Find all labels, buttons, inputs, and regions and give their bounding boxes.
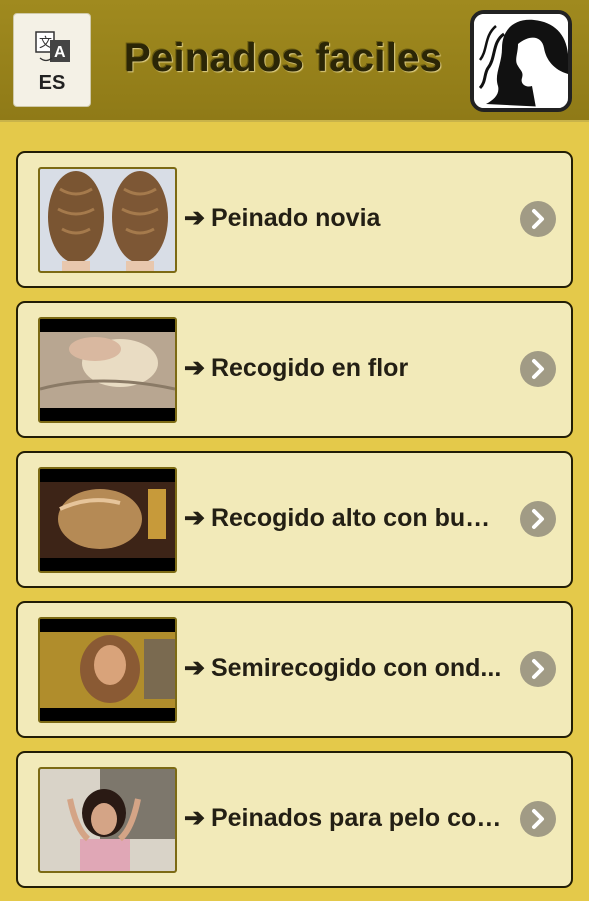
arrow-right-icon: ➔ xyxy=(184,504,205,532)
svg-text:A: A xyxy=(54,44,66,61)
thumbnail-image xyxy=(38,767,177,873)
list-item[interactable]: ➔ Peinados para pelo cor... xyxy=(16,751,573,888)
thumbnail-image xyxy=(38,467,177,573)
item-label: Peinados para pelo cor... xyxy=(210,804,504,832)
logo-button[interactable] xyxy=(470,10,572,112)
item-label: Recogido en flor xyxy=(210,354,409,382)
arrow-right-icon: ➔ xyxy=(184,804,205,832)
list-item[interactable]: ➔ Semirecogido con ond... xyxy=(16,601,573,738)
page-title: Peinados faciles xyxy=(124,36,443,80)
item-label: Semirecogido con ond... xyxy=(210,654,502,682)
arrow-right-icon: ➔ xyxy=(184,204,205,232)
chevron-right-icon[interactable] xyxy=(520,801,556,837)
thumbnail-image xyxy=(38,617,177,723)
translate-icon: 文 A xyxy=(35,31,70,62)
item-label: Peinado novia xyxy=(210,204,381,232)
chevron-right-icon[interactable] xyxy=(520,351,556,387)
list-item[interactable]: ➔ Recogido en flor xyxy=(16,301,573,438)
app-header: 文 A ES Peinados faciles xyxy=(0,0,589,122)
hairstyle-list: ➔ Peinado novia ➔ Recogido en flor ➔ Rec… xyxy=(16,151,573,901)
woman-silhouette-icon xyxy=(474,14,568,108)
arrow-right-icon: ➔ xyxy=(184,354,205,382)
list-item[interactable]: ➔ Recogido alto con bucl... xyxy=(16,451,573,588)
list-item[interactable]: ➔ Peinado novia xyxy=(16,151,573,288)
item-label: Recogido alto con bucl... xyxy=(210,504,504,532)
thumbnail-image xyxy=(38,167,177,273)
language-code: ES xyxy=(38,72,66,94)
language-button[interactable]: 文 A ES xyxy=(13,13,91,107)
chevron-right-icon[interactable] xyxy=(520,651,556,687)
arrow-right-icon: ➔ xyxy=(184,654,205,682)
chevron-right-icon[interactable] xyxy=(520,201,556,237)
thumbnail-image xyxy=(38,317,177,423)
chevron-right-icon[interactable] xyxy=(520,501,556,537)
